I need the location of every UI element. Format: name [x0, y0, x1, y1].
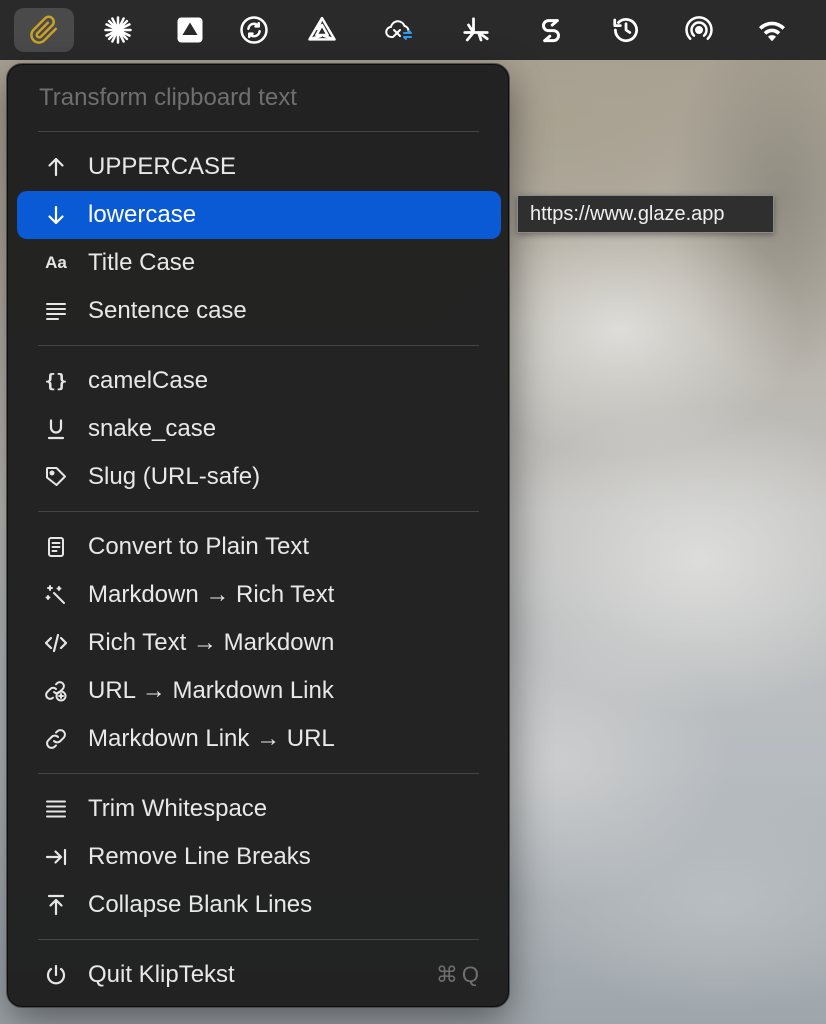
menu-separator [38, 511, 479, 512]
lines-icon [43, 796, 69, 822]
wifi-icon[interactable] [742, 8, 802, 52]
menu-item-sentence-case[interactable]: Sentence case [17, 287, 501, 335]
menu-item-label: Markdown Link → URL [88, 725, 335, 752]
menu-item-trim-whitespace[interactable]: Trim Whitespace [17, 785, 501, 833]
menu-bar [0, 0, 826, 60]
menu-item-plain-text[interactable]: Convert to Plain Text [17, 523, 501, 571]
clipboard-transform-menu: Transform clipboard text UPPERCASE lower… [6, 63, 510, 1008]
menu-item-lowercase[interactable]: lowercase [17, 191, 501, 239]
menu-item-quit[interactable]: Quit KlipTekst ⌘Q [17, 951, 501, 999]
menu-item-label: Trim Whitespace [88, 795, 268, 822]
menu-item-label: Markdown → Rich Text [88, 581, 335, 608]
menu-header: Transform clipboard text [39, 84, 297, 111]
menu-item-label: Collapse Blank Lines [88, 891, 313, 918]
menu-item-camel-case[interactable]: {} camelCase [17, 357, 501, 405]
menu-item-remove-line-breaks[interactable]: Remove Line Breaks [17, 833, 501, 881]
menu-item-markdown-to-rich[interactable]: Markdown → Rich Text [17, 571, 501, 619]
menu-item-label: Convert to Plain Text [88, 533, 310, 560]
menu-item-label: Quit KlipTekst [88, 961, 235, 988]
keyboard-shortcut: ⌘Q [435, 962, 483, 987]
menu-item-label: Rich Text → Markdown [88, 629, 335, 656]
curly-braces-icon: {} [44, 370, 68, 392]
menu-item-collapse-blank-lines[interactable]: Collapse Blank Lines [17, 881, 501, 929]
s-logo-icon[interactable] [521, 8, 581, 52]
sync-circle-icon[interactable] [224, 8, 284, 52]
arrow-up-icon [43, 154, 69, 180]
menu-separator [38, 939, 479, 940]
menu-item-slug[interactable]: Slug (URL-safe) [17, 453, 501, 501]
airdrop-icon[interactable] [669, 8, 729, 52]
menu-separator [38, 773, 479, 774]
menu-item-label: URL → Markdown Link [88, 677, 334, 704]
tag-icon [43, 464, 69, 490]
menu-item-label: lowercase [88, 201, 197, 228]
starburst-icon[interactable] [88, 8, 148, 52]
arrow-down-icon [43, 202, 69, 228]
arrow-to-top-icon [43, 892, 69, 918]
menu-item-url-to-markdown-link[interactable]: URL → Markdown Link [17, 667, 501, 715]
menu-item-label: snake_case [88, 415, 217, 442]
time-machine-icon[interactable] [596, 8, 656, 52]
menu-item-label: Remove Line Breaks [88, 843, 311, 870]
menu-item-label: Title Case [88, 249, 196, 276]
magic-wand-icon [43, 582, 69, 608]
drive-triangle-icon[interactable] [160, 8, 220, 52]
menu-separator [38, 345, 479, 346]
menu-item-snake-case[interactable]: snake_case [17, 405, 501, 453]
triangle-swirl-icon[interactable] [292, 8, 352, 52]
power-icon [43, 962, 69, 988]
menu-separator [38, 131, 479, 132]
menu-item-label: Slug (URL-safe) [88, 463, 261, 490]
link-add-icon [43, 678, 69, 704]
fan-icon[interactable] [446, 8, 506, 52]
underline-icon [43, 416, 69, 442]
menu-item-label: camelCase [88, 367, 209, 394]
menu-item-uppercase[interactable]: UPPERCASE [17, 143, 501, 191]
cloud-sync-icon[interactable] [370, 8, 430, 52]
text-case-icon: Aa [45, 253, 67, 272]
paperclip-icon[interactable] [14, 8, 74, 52]
code-icon [43, 630, 69, 656]
link-icon [43, 726, 69, 752]
text-align-left-icon [43, 298, 69, 324]
document-icon [43, 534, 69, 560]
menu-item-label: UPPERCASE [88, 153, 237, 180]
menu-item-title-case[interactable]: Aa Title Case [17, 239, 501, 287]
menu-item-label: Sentence case [88, 297, 247, 324]
menu-item-markdown-link-to-url[interactable]: Markdown Link → URL [17, 715, 501, 763]
menu-item-rich-to-markdown[interactable]: Rich Text → Markdown [17, 619, 501, 667]
url-tooltip: https://www.glaze.app [517, 195, 774, 233]
arrow-to-right-icon [43, 844, 69, 870]
